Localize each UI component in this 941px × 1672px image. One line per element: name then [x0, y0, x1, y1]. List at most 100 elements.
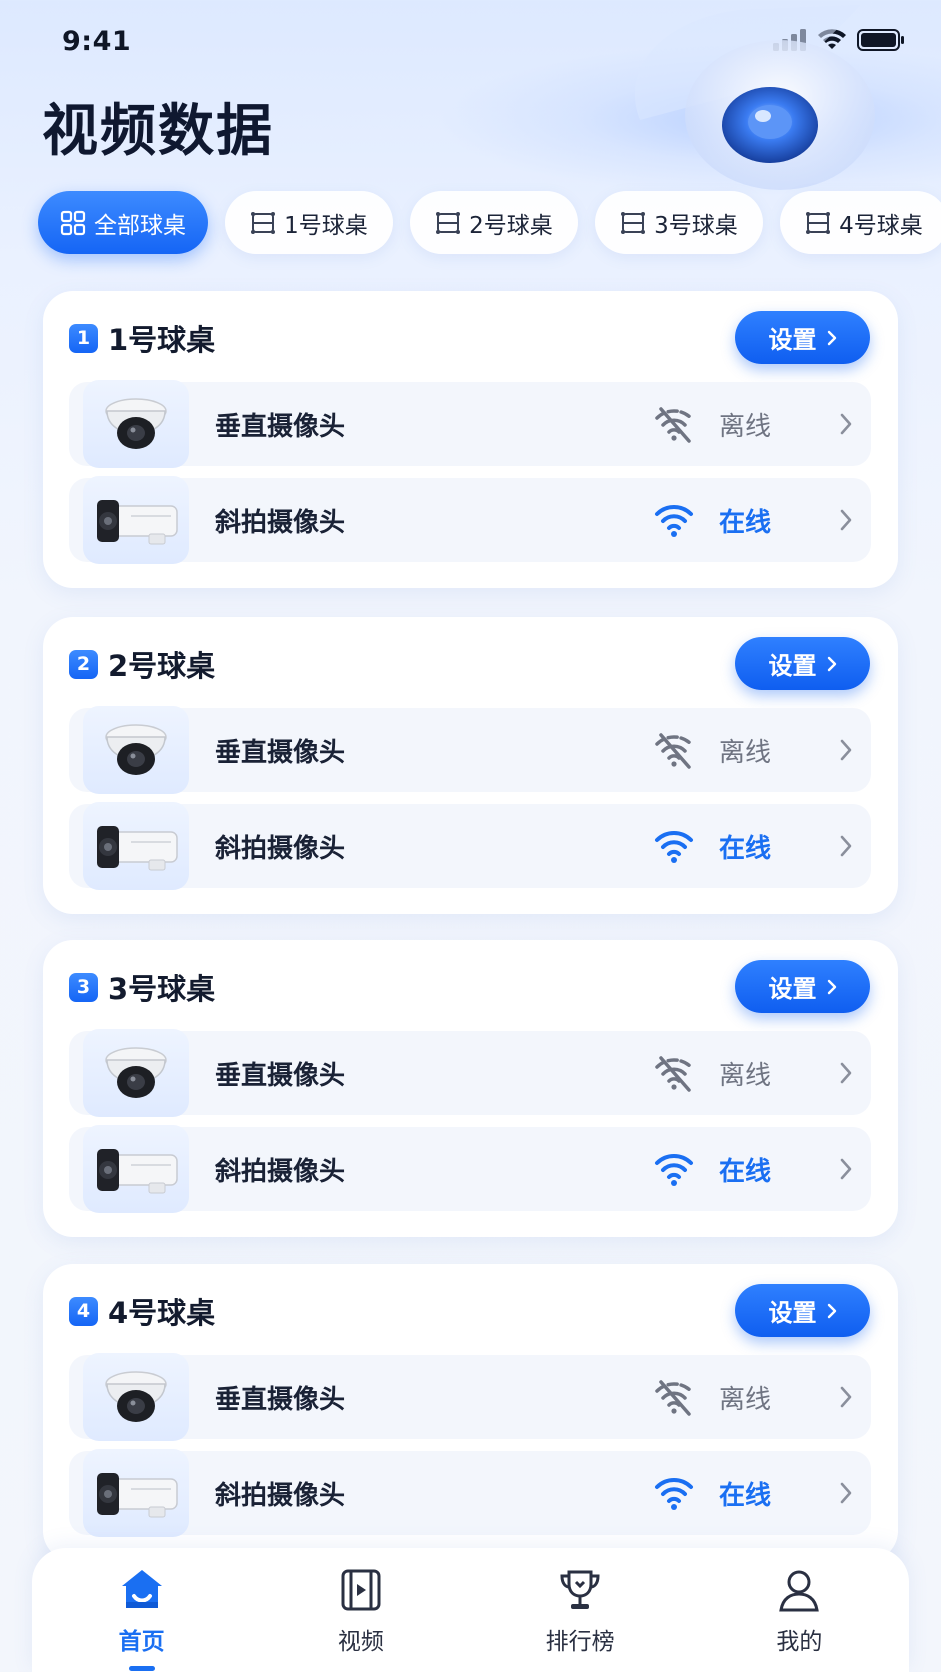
camera-status: 在线 — [719, 1157, 772, 1187]
wifi-online-icon — [655, 1477, 693, 1510]
tab-table-3[interactable]: 3号球桌 — [595, 191, 763, 254]
card-header: 2 2号球桌 — [69, 643, 215, 685]
table-card: 3 3号球桌 设置 垂直摄像头 离线 斜拍摄像头 在线 — [43, 940, 898, 1237]
camera-row[interactable]: 斜拍摄像头 在线 — [69, 1125, 871, 1213]
chevron-right-icon — [840, 413, 852, 435]
tab-label: 全部球桌 — [94, 212, 186, 239]
nav-label: 视频 — [337, 1629, 384, 1655]
camera-row[interactable]: 垂直摄像头 离线 — [69, 1029, 871, 1117]
camera-name: 斜拍摄像头 — [215, 1157, 346, 1187]
bullet-camera-icon — [97, 500, 178, 545]
card-title: 4号球桌 — [108, 1296, 216, 1330]
chevron-right-icon — [827, 330, 836, 345]
billiard-table-icon — [251, 211, 276, 234]
nav-label: 排行榜 — [545, 1629, 615, 1655]
table-number-badge: 1 — [69, 323, 98, 353]
camera-thumbnail — [83, 1449, 189, 1537]
tab-all-tables[interactable]: 全部球桌 — [38, 191, 208, 254]
video-icon — [341, 1569, 381, 1611]
billiard-table-icon — [436, 211, 461, 234]
settings-label: 设置 — [768, 326, 817, 354]
camera-name: 斜拍摄像头 — [215, 834, 346, 864]
dome-camera-icon — [105, 1371, 167, 1422]
settings-label: 设置 — [768, 1299, 817, 1327]
wifi-offline-icon — [655, 1056, 693, 1092]
tab-table-2[interactable]: 2号球桌 — [410, 191, 578, 254]
camera-row[interactable]: 斜拍摄像头 在线 — [69, 802, 871, 890]
camera-name: 垂直摄像头 — [215, 412, 346, 442]
wifi-online-icon — [655, 830, 693, 863]
nav-video[interactable]: 视频 — [281, 1566, 441, 1656]
camera-row[interactable]: 垂直摄像头 离线 — [69, 380, 871, 468]
nav-label: 首页 — [118, 1629, 165, 1655]
dome-camera-icon — [105, 398, 167, 449]
page-title: 视频数据 — [42, 99, 274, 164]
user-icon — [779, 1570, 820, 1612]
tab-label: 2号球桌 — [469, 212, 553, 239]
grid-icon — [60, 210, 86, 235]
wifi-online-icon — [655, 504, 693, 537]
camera-name: 斜拍摄像头 — [215, 508, 346, 538]
nav-leaderboard[interactable]: 排行榜 — [500, 1566, 660, 1656]
dome-camera-icon — [105, 1047, 167, 1098]
chevron-right-icon — [827, 979, 836, 994]
table-card: 4 4号球桌 设置垂直摄像头 离线斜拍摄像头 在线 — [43, 1264, 898, 1561]
active-indicator — [128, 1666, 155, 1671]
card-title: 1号球桌 — [108, 323, 216, 357]
nav-label: 我的 — [776, 1629, 823, 1655]
nav-profile[interactable]: 我的 — [719, 1566, 879, 1656]
settings-button[interactable]: 设置 — [735, 311, 870, 364]
dome-camera-icon — [105, 724, 167, 775]
camera-row[interactable]: 斜拍摄像头 在线 — [69, 476, 871, 564]
card-header: 1 1号球桌 — [69, 317, 215, 359]
settings-button[interactable]: 设置 — [735, 960, 870, 1013]
settings-label: 设置 — [768, 975, 817, 1003]
camera-status: 在线 — [719, 1481, 772, 1511]
camera-row[interactable]: 垂直摄像头 离线 — [69, 1353, 871, 1441]
chevron-right-icon — [840, 509, 852, 531]
chevron-right-icon — [840, 1386, 852, 1408]
camera-thumbnail — [83, 1125, 189, 1213]
camera-status: 离线 — [719, 1385, 772, 1415]
bullet-camera-icon — [97, 1473, 178, 1518]
tab-table-4[interactable]: 4号球桌 — [780, 191, 941, 254]
camera-row[interactable]: 斜拍摄像头 在线 — [69, 1449, 871, 1537]
home-icon — [121, 1570, 162, 1608]
status-time: 9:41 — [62, 26, 132, 57]
hero-camera-illustration — [634, 5, 875, 190]
billiard-table-icon — [621, 211, 646, 234]
bullet-camera-icon — [97, 826, 178, 871]
table-number-badge: 4 — [69, 1296, 98, 1326]
tab-label: 4号球桌 — [839, 212, 923, 239]
settings-button[interactable]: 设置 — [735, 637, 870, 690]
bottom-navigation: 首页 视频 排行榜 我的 — [32, 1548, 909, 1672]
camera-row[interactable]: 垂直摄像头 离线 — [69, 706, 871, 794]
chevron-right-icon — [840, 835, 852, 857]
camera-status: 离线 — [719, 1061, 772, 1091]
camera-thumbnail — [83, 380, 189, 468]
bullet-camera-icon — [97, 1149, 178, 1194]
chevron-right-icon — [827, 1303, 836, 1318]
camera-thumbnail — [83, 1029, 189, 1117]
camera-thumbnail — [83, 706, 189, 794]
settings-label: 设置 — [768, 652, 817, 680]
chevron-right-icon — [840, 1158, 852, 1180]
settings-button[interactable]: 设置 — [735, 1284, 870, 1337]
chevron-right-icon — [827, 656, 836, 671]
card-title: 3号球桌 — [108, 972, 216, 1006]
wifi-offline-icon — [655, 733, 693, 769]
billiard-table-icon — [806, 211, 831, 234]
chevron-right-icon — [840, 1482, 852, 1504]
card-title: 2号球桌 — [108, 649, 216, 683]
tab-table-1[interactable]: 1号球桌 — [225, 191, 393, 254]
camera-name: 斜拍摄像头 — [215, 1481, 346, 1511]
camera-thumbnail — [83, 802, 189, 890]
chevron-right-icon — [840, 1062, 852, 1084]
wifi-offline-icon — [655, 1380, 693, 1416]
camera-status: 离线 — [719, 412, 772, 442]
camera-status: 在线 — [719, 508, 772, 538]
nav-home[interactable]: 首页 — [62, 1566, 222, 1671]
wifi-offline-icon — [655, 407, 693, 443]
card-header: 4 4号球桌 — [69, 1290, 215, 1332]
table-card: 1 1号球桌 设置垂直摄像头 离线斜拍摄像头 在线 — [43, 291, 898, 588]
